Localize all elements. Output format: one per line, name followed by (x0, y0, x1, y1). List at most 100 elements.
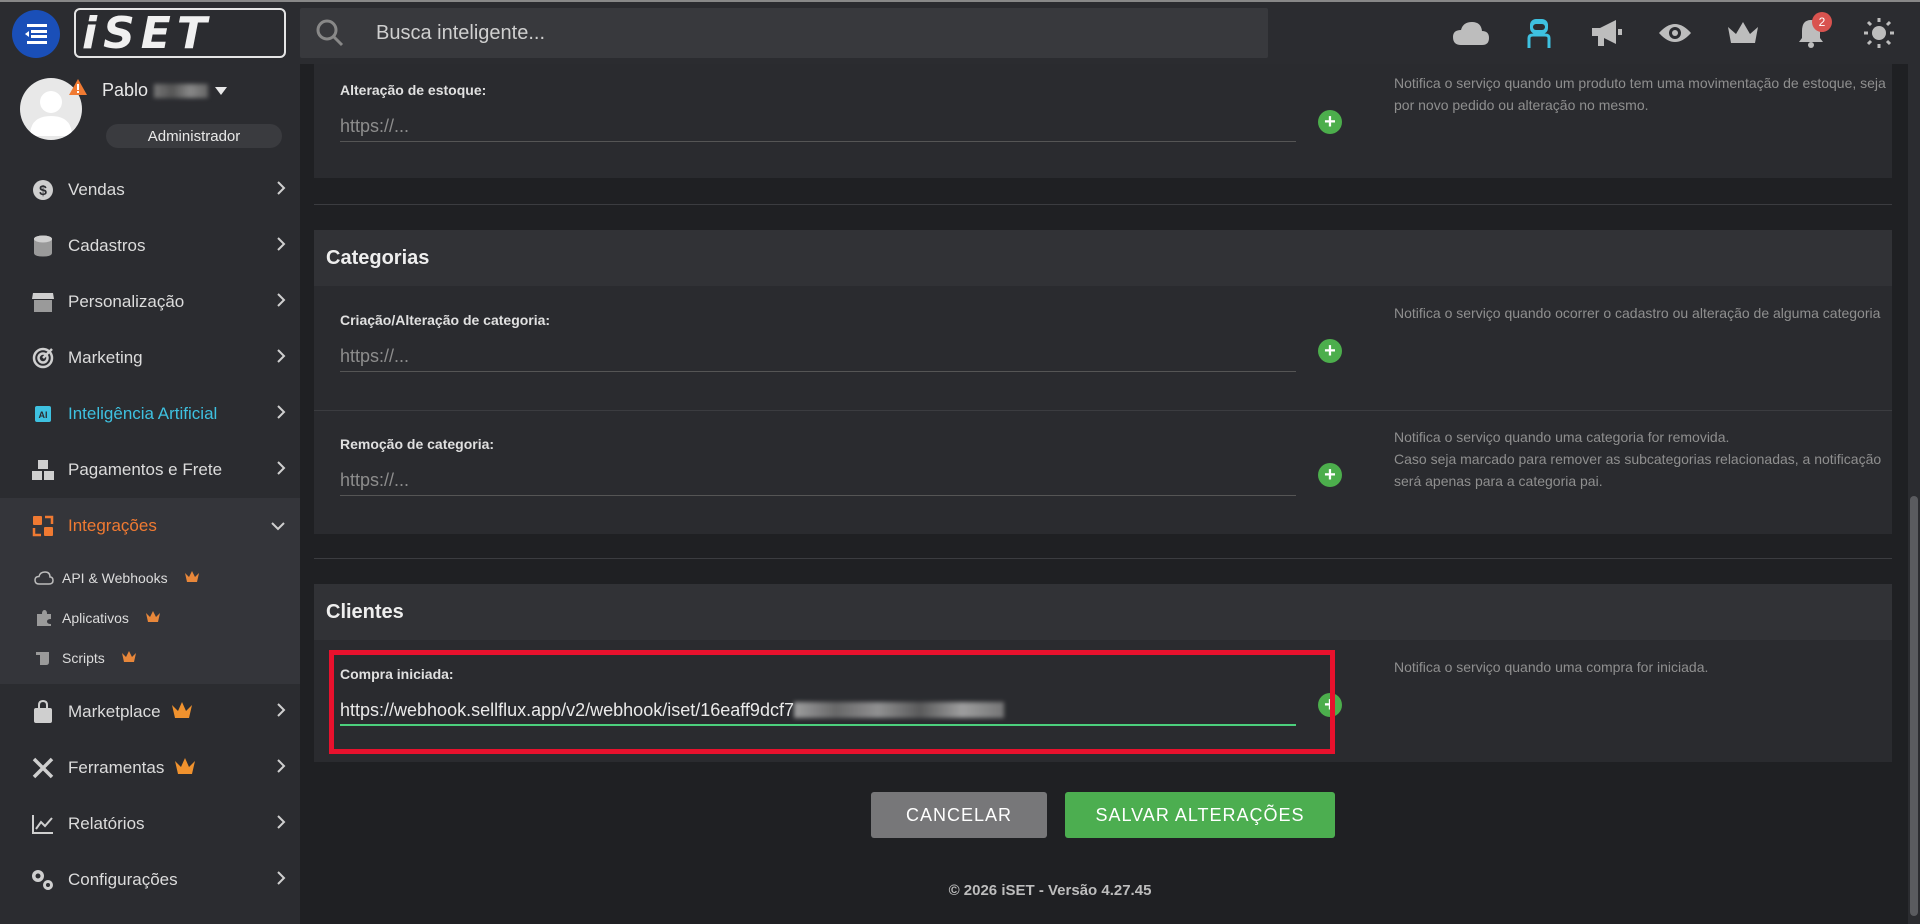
section-title: Clientes (314, 584, 1892, 640)
shopping-bag-icon (30, 699, 56, 725)
warning-icon (68, 78, 88, 101)
stock-panel: Alteração de estoque: + Notifica o servi… (314, 64, 1892, 178)
category-remove-field: Remoção de categoria: (340, 436, 1296, 496)
stock-webhook-input[interactable] (340, 116, 1296, 137)
sidebar-subitem-label: Scripts (62, 650, 105, 666)
premium-crown-icon (174, 757, 196, 780)
premium-crown-icon (145, 610, 161, 626)
divider (314, 410, 1892, 411)
puzzle-piece-icon (34, 609, 54, 627)
chevron-right-icon (276, 180, 286, 201)
menu-icon (25, 24, 47, 44)
chevron-right-icon (276, 758, 286, 779)
section-title: Categorias (314, 230, 1892, 286)
chevron-right-icon (276, 870, 286, 891)
divider (314, 558, 1892, 559)
sidebar-item-label: Pagamentos e Frete (68, 460, 223, 479)
cloud-outline-icon (34, 571, 54, 585)
field-description: Notifica o serviço quando um produto tem… (1394, 75, 1886, 113)
sidebar-subitem-scripts[interactable]: Scripts (0, 638, 300, 678)
save-changes-button[interactable]: SALVAR ALTERAÇÕES (1065, 792, 1335, 838)
sidebar-item-label: Integrações (68, 516, 157, 535)
premium-crown-icon (184, 570, 200, 586)
sidebar-item-label: Marketing (68, 348, 143, 367)
add-icon[interactable]: + (1318, 463, 1342, 487)
svg-text:$: $ (39, 182, 47, 198)
cancel-button[interactable]: CANCELAR (871, 792, 1047, 838)
sidebar-item-label: Relatórios (68, 814, 145, 833)
sidebar-item-marketplace[interactable]: Marketplace (0, 684, 300, 740)
sidebar-item-vendas[interactable]: $ Vendas (0, 162, 300, 218)
gears-icon (30, 867, 56, 893)
add-icon[interactable]: + (1318, 110, 1342, 134)
robot-assistant-icon[interactable] (1518, 12, 1560, 54)
main-content: Alteração de estoque: + Notifica o servi… (300, 64, 1920, 924)
search-bar[interactable] (300, 8, 1268, 58)
menu-toggle-button[interactable] (12, 10, 60, 58)
user-profile[interactable]: Pablo Administrador (20, 78, 290, 148)
tools-icon (30, 755, 56, 781)
sidebar-item-personalizacao[interactable]: Personalização (0, 274, 300, 330)
notification-badge: 2 (1812, 12, 1832, 32)
sidebar-item-ferramentas[interactable]: Ferramentas (0, 740, 300, 796)
crown-icon[interactable] (1722, 12, 1764, 54)
description-line: Caso seja marcado para remover as subcat… (1394, 451, 1882, 489)
megaphone-icon[interactable] (1586, 12, 1628, 54)
sidebar-subitem-api-webhooks[interactable]: API & Webhooks (0, 558, 300, 598)
chevron-right-icon (276, 292, 286, 313)
premium-crown-icon (121, 650, 137, 666)
stock-webhook-field: Alteração de estoque: (340, 82, 1296, 142)
sidebar-item-pagamentos-frete[interactable]: Pagamentos e Frete (0, 442, 300, 498)
svg-text:AI: AI (39, 410, 48, 420)
field-description: Notifica o serviço quando uma compra for… (1394, 659, 1709, 675)
sidebar-item-relatorios[interactable]: Relatórios (0, 796, 300, 852)
field-label: Criação/Alteração de categoria: (340, 312, 551, 328)
chevron-right-icon (276, 404, 286, 425)
sidebar-item-cadastros[interactable]: Cadastros (0, 218, 300, 274)
field-label: Alteração de estoque: (340, 82, 487, 98)
chevron-right-icon (276, 460, 286, 481)
redacted-text (154, 83, 209, 98)
cloud-icon[interactable] (1450, 12, 1492, 54)
theme-toggle-icon[interactable] (1858, 12, 1900, 54)
chevron-right-icon (276, 348, 286, 369)
user-role-badge: Administrador (106, 124, 282, 148)
sidebar-item-label: Cadastros (68, 236, 146, 255)
add-icon[interactable]: + (1318, 339, 1342, 363)
sidebar-item-label: Personalização (68, 292, 185, 311)
field-description: Notifica o serviço quando uma categoria … (1394, 426, 1894, 492)
bell-icon[interactable]: 2 (1790, 12, 1832, 54)
chevron-right-icon (276, 814, 286, 835)
search-input[interactable] (376, 21, 1236, 45)
eye-icon[interactable] (1654, 12, 1696, 54)
category-remove-input[interactable] (340, 470, 1296, 491)
sidebar-item-label: Ferramentas (68, 758, 165, 777)
chevron-down-icon (270, 516, 286, 536)
chevron-right-icon (276, 702, 286, 723)
top-bar: iSET 2 (0, 0, 1920, 64)
sidebar-item-label: Vendas (68, 180, 125, 199)
premium-crown-icon (171, 701, 193, 724)
sidebar-item-inteligencia-artificial[interactable]: AI Inteligência Artificial (0, 386, 300, 442)
target-icon (30, 345, 56, 371)
scrollbar[interactable] (1908, 64, 1920, 924)
chevron-right-icon (276, 236, 286, 257)
caret-down-icon (215, 86, 228, 95)
sidebar-item-configuracoes[interactable]: Configurações (0, 852, 300, 908)
puzzle-icon (30, 513, 56, 539)
user-name[interactable]: Pablo (102, 80, 228, 101)
chart-icon (30, 811, 56, 837)
scroll-icon (34, 650, 54, 666)
ai-chip-icon: AI (30, 401, 56, 427)
sidebar-item-marketing[interactable]: Marketing (0, 330, 300, 386)
logo[interactable]: iSET (74, 8, 286, 59)
description-line: Notifica o serviço quando uma categoria … (1394, 429, 1730, 445)
scrollbar-thumb[interactable] (1910, 496, 1918, 916)
sidebar-nav: $ Vendas Cadastros Personalização Market… (0, 162, 300, 908)
sidebar-item-integracoes[interactable]: Integrações (0, 498, 300, 554)
sidebar-item-label: Inteligência Artificial (68, 404, 218, 423)
category-create-input[interactable] (340, 346, 1296, 367)
sidebar-subitem-aplicativos[interactable]: Aplicativos (0, 598, 300, 638)
category-create-field: Criação/Alteração de categoria: (340, 312, 1296, 372)
dollar-icon: $ (30, 177, 56, 203)
